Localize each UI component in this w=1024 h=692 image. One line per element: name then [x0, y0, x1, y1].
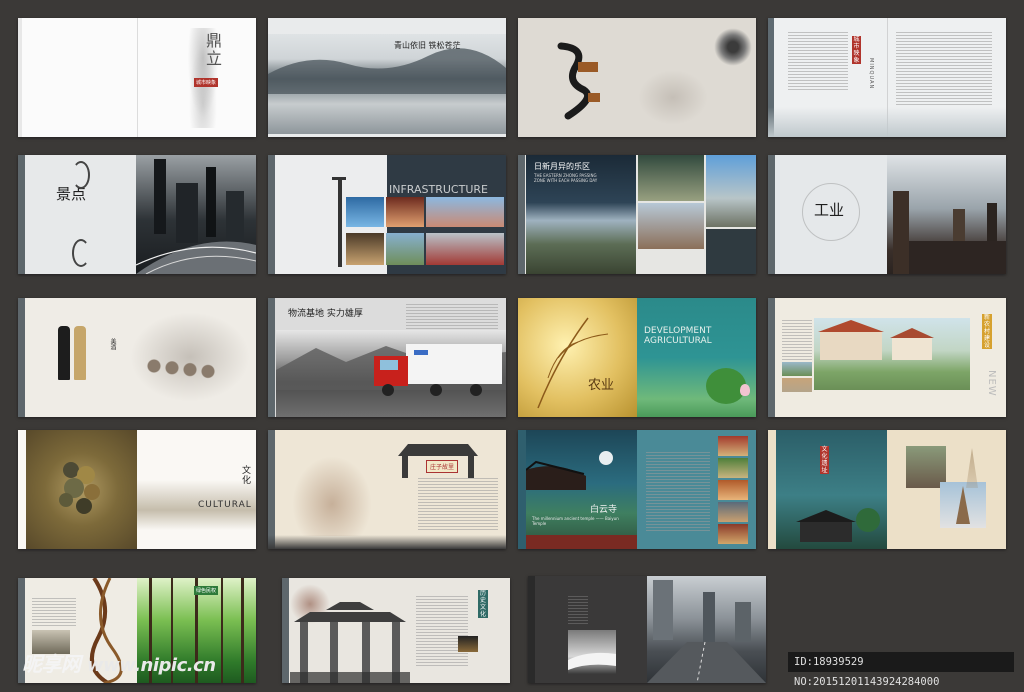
spread-garden: 庄子故里 — [268, 430, 506, 549]
spread-landscape: 青山依旧 铁松苍茫 — [268, 18, 506, 137]
spread-cover: 鼎立 城市映象 — [18, 18, 256, 137]
spread-cultural: CULTURAL 文化 — [18, 430, 256, 549]
passing-zone-dark — [706, 229, 756, 274]
garden-ground — [268, 535, 506, 549]
spread-pagoda: 文化遗址 — [768, 430, 1006, 549]
infra-heading: INFRASTRUCTURE — [389, 183, 488, 196]
ink-lotus-sketch — [638, 70, 708, 125]
spread-temple: 白云寺 The millennium ancient temple —— Bai… — [518, 430, 756, 549]
spread-text-page: 城市映象 MINQUAN — [768, 18, 1006, 137]
text-page-mist — [768, 107, 1006, 137]
wine-label: 美酒 — [109, 338, 116, 350]
spread-city-night: 景点 — [18, 155, 256, 274]
watermark-brand: 昵享网 — [22, 652, 81, 676]
lamp-head — [332, 177, 346, 180]
mountains-svg — [268, 48, 506, 94]
lamp-post — [338, 177, 342, 267]
watermark-url: www.nipic.cn — [86, 655, 216, 676]
watermark: 昵享网 www.nipic.cn — [22, 648, 216, 677]
spread-ink-brush — [518, 18, 756, 137]
archway-gate — [290, 600, 410, 683]
spread-metro — [528, 576, 766, 683]
ink-brush-accent-1 — [578, 62, 598, 72]
ink-brush-accent-2 — [588, 93, 600, 102]
spread-wine: 美酒 — [18, 298, 256, 417]
cover-seal: 城市映象 — [194, 78, 219, 87]
agri-calligraphy: 农业 — [588, 378, 615, 393]
pagoda-left — [776, 430, 887, 549]
lotus-flower — [740, 384, 750, 396]
barrels-sketch — [130, 312, 250, 402]
logistics-headline: 物流基地 实力雄厚 — [288, 309, 363, 319]
garden-sketch — [292, 456, 372, 536]
industry-photo — [887, 155, 1006, 274]
temple-caption: The millennium ancient temple —— Baiyun … — [532, 516, 619, 526]
passing-zone-subheading: THE EASTERN ZHONG PASSING ZONE WITH EACH… — [534, 173, 598, 183]
agri-heading: DEVELOPMENT AGRICULTURAL — [644, 326, 712, 346]
agri-left — [518, 298, 637, 417]
text-page-badge: 城市映象 — [852, 36, 861, 64]
garden-badge: 庄子故里 — [426, 460, 459, 473]
cover-calligraphy: 鼎立 — [206, 31, 223, 68]
spread-infrastructure: INFRASTRUCTURE — [268, 155, 506, 274]
village-side-text: NEW — [986, 370, 997, 397]
archway-badge: 历史文化 — [478, 590, 488, 618]
forest-badge: 绿色民权 — [194, 586, 219, 595]
metro-photo — [647, 576, 766, 683]
cultural-calligraphy: 文化 — [242, 466, 252, 486]
spread-agricultural: 农业 DEVELOPMENT AGRICULTURAL — [518, 298, 756, 417]
village-photo — [814, 318, 970, 390]
city-ink-swirl — [72, 161, 90, 189]
logistics-photo — [276, 330, 506, 417]
city-night-photo — [136, 155, 256, 274]
landscape-vertical-text: 青山依旧 铁松苍茫 — [394, 41, 461, 50]
village-badge: 新农村建设 — [982, 314, 992, 349]
ink-circle-emblem — [714, 28, 752, 66]
spread-archway: 历史文化 — [282, 578, 510, 683]
text-page-side-text: MINQUAN — [868, 58, 874, 90]
image-id-bar: ID:18939529 NO:20151201143924284000 — [788, 652, 1014, 688]
spread-new-village: 新农村建设 NEW — [768, 298, 1006, 417]
cultural-left — [26, 430, 137, 549]
industry-circle — [802, 183, 860, 241]
cultural-heading: CULTURAL — [198, 500, 252, 510]
wine-bottle-dark — [58, 326, 70, 380]
wine-bottle-light — [74, 326, 86, 380]
spread-industry: 工业 — [768, 155, 1006, 274]
temple-photo — [526, 430, 637, 549]
temple-calligraphy: 白云寺 — [590, 505, 618, 515]
spread-logistics: 物流基地 实力雄厚 — [268, 298, 506, 417]
pagoda-badge: 文化遗址 — [820, 446, 829, 474]
city-ink-swirl-2 — [72, 239, 90, 267]
spread-passing-zone: 日新月异的乐区 THE EASTERN ZHONG PASSING ZONE W… — [518, 155, 756, 274]
passing-zone-heading: 日新月异的乐区 — [534, 162, 590, 171]
ink-brush-mark — [546, 38, 606, 123]
